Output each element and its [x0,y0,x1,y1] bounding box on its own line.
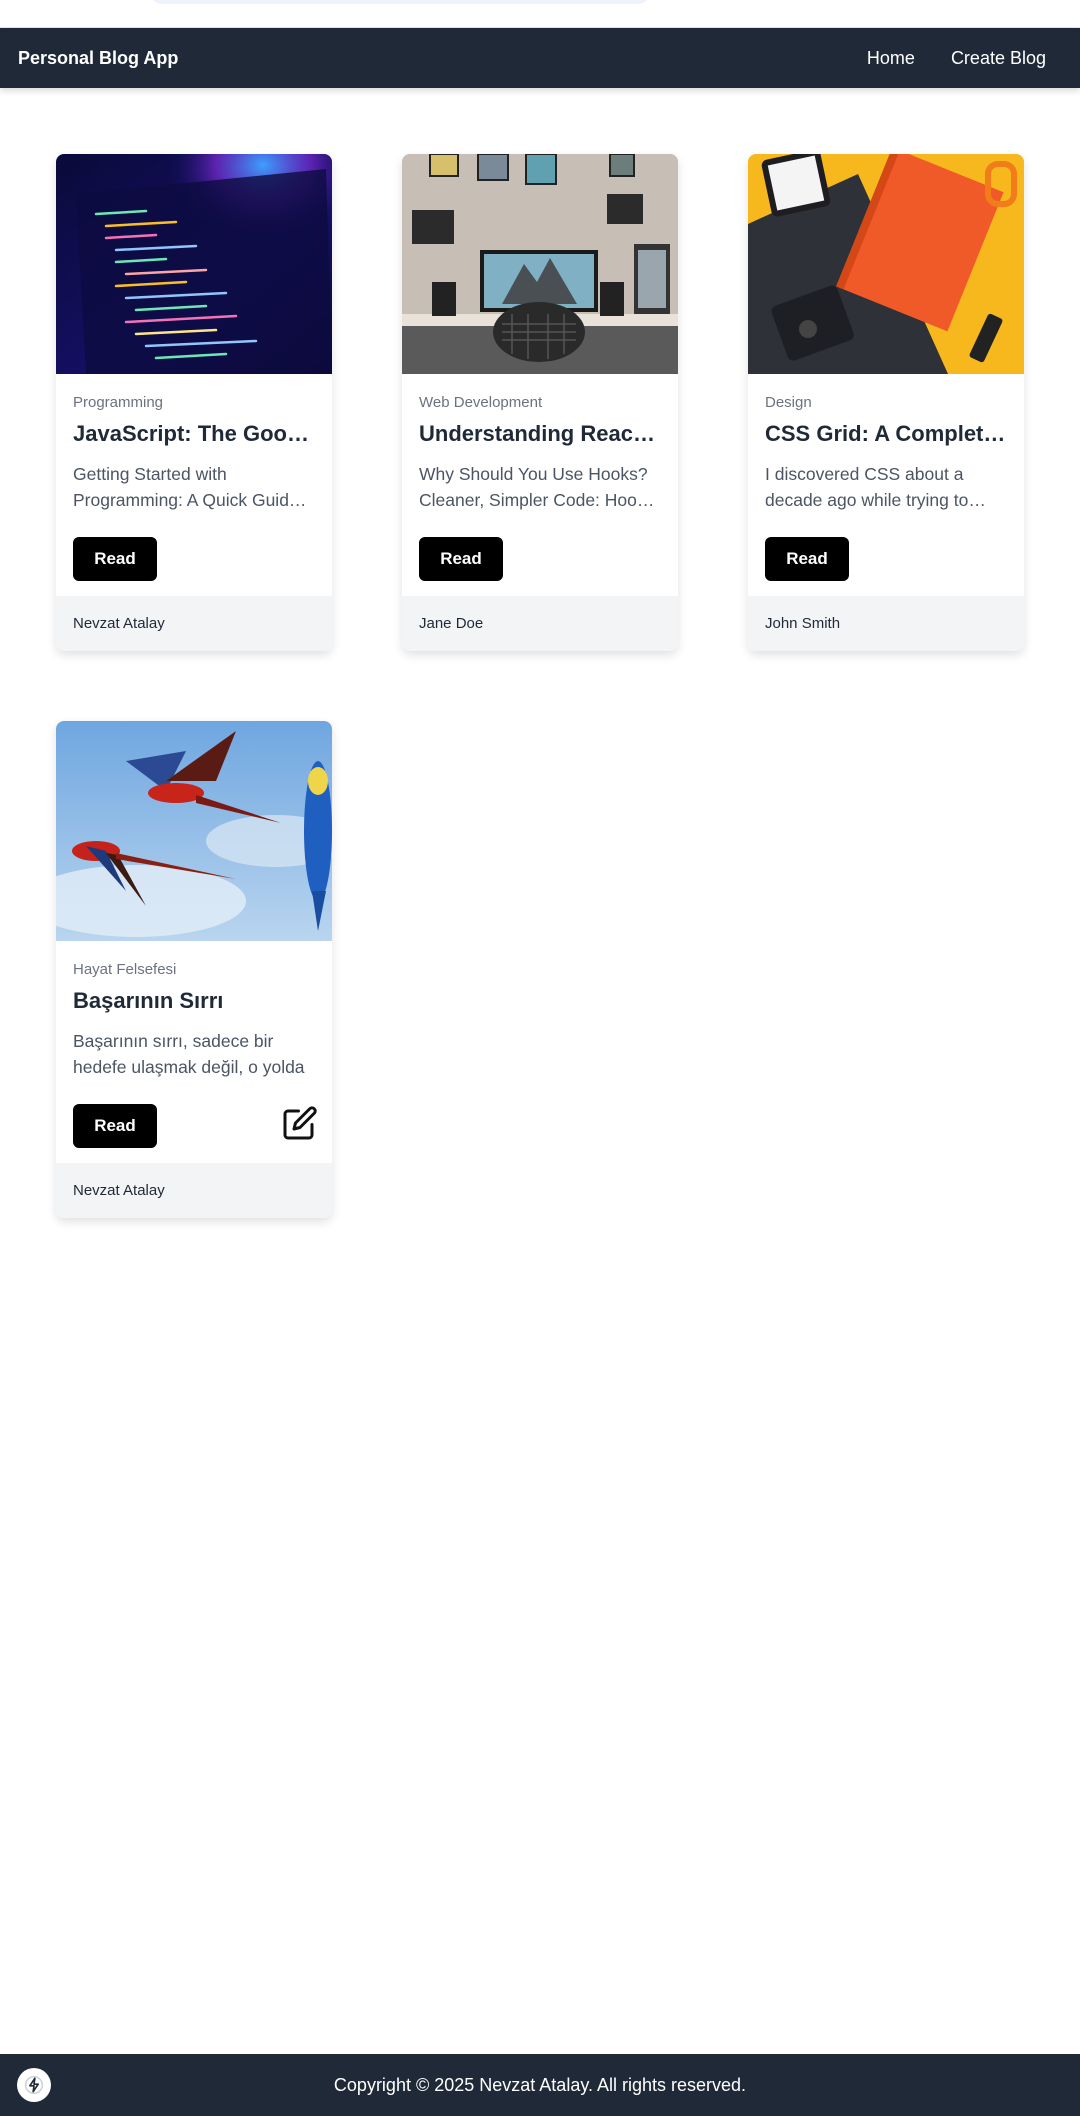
bolt-icon[interactable] [17,2068,51,2102]
navbar: Personal Blog App Home Create Blog [0,28,1080,88]
card-footer: Jane Doe [402,596,678,651]
read-button[interactable]: Read [419,537,503,581]
post-title[interactable]: CSS Grid: A Complete Guide [765,421,1007,447]
post-category: Programming [73,394,164,411]
blog-card: Programming JavaScript: The Good Parts G… [56,154,332,651]
card-footer: Nevzat Atalay [56,1163,332,1218]
post-image-code[interactable] [56,154,332,374]
post-author: Jane Doe [419,615,484,632]
brand-title[interactable]: Personal Blog App [18,48,178,69]
card-footer: John Smith [748,596,1024,651]
post-category: Hayat Felsefesi [73,961,177,978]
post-title[interactable]: JavaScript: The Good Parts [73,421,315,447]
post-category: Web Development [419,394,543,411]
post-excerpt: Why Should You Use Hooks? Cleaner, Simpl… [419,464,655,510]
post-author: John Smith [765,615,841,632]
post-title[interactable]: Understanding React Hooks [419,421,661,447]
post-image-parrots[interactable] [56,721,332,941]
post-author: Nevzat Atalay [73,615,165,632]
read-button[interactable]: Read [765,537,849,581]
post-excerpt: I discovered CSS about a decade ago whil… [765,464,969,510]
post-image-book[interactable] [748,154,1024,374]
blog-card: Hayat Felsefesi Başarının Sırrı Başarını… [56,721,332,1218]
read-button[interactable]: Read [73,537,157,581]
card-body: Programming JavaScript: The Good Parts G… [56,374,332,596]
blog-grid: Programming JavaScript: The Good Parts G… [56,154,1026,1218]
footer: Copyright © 2025 Nevzat Atalay. All righ… [0,2054,1080,2116]
nav-links: Home Create Blog [867,48,1062,69]
card-body: Web Development Understanding React Hook… [402,374,678,596]
post-author: Nevzat Atalay [73,1182,165,1199]
nav-home-link[interactable]: Home [867,48,915,69]
copyright-text: Copyright © 2025 Nevzat Atalay. All righ… [333,2074,747,2095]
blog-card: Web Development Understanding React Hook… [402,154,678,651]
post-excerpt: Getting Started with Programming: A Quic… [73,464,299,510]
nav-create-blog-link[interactable]: Create Blog [951,48,1046,69]
post-title[interactable]: Başarının Sırrı [73,988,315,1014]
read-button[interactable]: Read [73,1104,157,1148]
post-category: Design [765,394,812,411]
card-body: Design CSS Grid: A Complete Guide I disc… [748,374,1024,596]
blog-card: Design CSS Grid: A Complete Guide I disc… [748,154,1024,651]
card-footer: Nevzat Atalay [56,596,332,651]
browser-top-strip [0,0,1080,28]
edit-icon[interactable] [282,1105,318,1141]
top-pill-decoration [150,0,650,4]
post-excerpt: Başarının sırrı, sadece bir hedefe ulaşm… [73,1031,305,1077]
post-image-desk[interactable] [402,154,678,374]
card-body: Hayat Felsefesi Başarının Sırrı Başarını… [56,941,332,1163]
